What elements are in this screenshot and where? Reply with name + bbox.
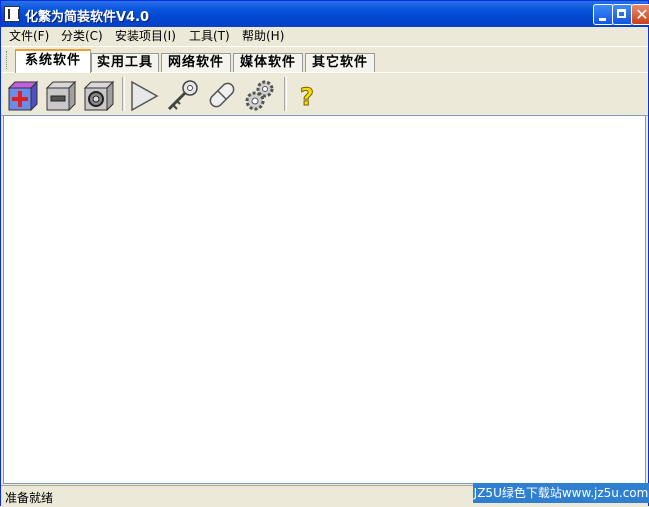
application-window: 化繁为简装软件V4.0 ✕ 文件(F) 分类(C) 安装项目(I) 工具(T) … — [0, 0, 649, 507]
toolbar-separator — [284, 77, 287, 111]
software-list-area[interactable] — [3, 115, 646, 484]
add-cube-icon[interactable] — [5, 78, 39, 112]
properties-cube-icon[interactable] — [81, 78, 115, 112]
menu-tools[interactable]: 工具(T) — [189, 28, 230, 44]
key-icon[interactable] — [165, 78, 199, 112]
tab-system-software[interactable]: 系统软件 — [15, 49, 91, 73]
app-icon[interactable] — [4, 6, 20, 22]
close-button[interactable]: ✕ — [631, 4, 649, 25]
category-tab-bar: 系统软件 实用工具 网络软件 媒体软件 其它软件 — [1, 46, 648, 73]
help-question-icon[interactable]: ? — [291, 78, 325, 112]
maximize-button[interactable] — [612, 4, 633, 25]
menu-bar: 文件(F) 分类(C) 安装项目(I) 工具(T) 帮助(H) — [1, 27, 648, 45]
status-text: 准备就绪 — [5, 491, 54, 505]
toolbar-separator — [122, 77, 125, 111]
menu-file[interactable]: 文件(F) — [9, 28, 49, 44]
toolbar: ? — [1, 72, 648, 116]
window-title: 化繁为简装软件V4.0 — [25, 10, 150, 25]
title-bar[interactable]: 化繁为简装软件V4.0 ✕ — [1, 1, 649, 27]
tab-media-software[interactable]: 媒体软件 — [233, 53, 303, 72]
minimize-button[interactable] — [593, 4, 614, 25]
play-icon[interactable] — [127, 78, 161, 112]
remove-cube-icon[interactable] — [43, 78, 77, 112]
tab-network-software[interactable]: 网络软件 — [161, 53, 231, 72]
pill-icon[interactable] — [205, 78, 239, 112]
tab-other-software[interactable]: 其它软件 — [305, 53, 375, 72]
svg-text:?: ? — [300, 83, 314, 111]
close-icon: ✕ — [635, 5, 649, 24]
gears-icon[interactable] — [243, 78, 277, 112]
watermark-banner: JZ5U绿色下载站www.jz5u.com — [473, 483, 649, 503]
tab-utilities[interactable]: 实用工具 — [91, 53, 159, 72]
menu-help[interactable]: 帮助(H) — [242, 28, 284, 44]
menu-category[interactable]: 分类(C) — [61, 28, 103, 44]
menu-install-items[interactable]: 安装项目(I) — [115, 28, 176, 44]
toolbar-grip[interactable] — [6, 51, 9, 69]
